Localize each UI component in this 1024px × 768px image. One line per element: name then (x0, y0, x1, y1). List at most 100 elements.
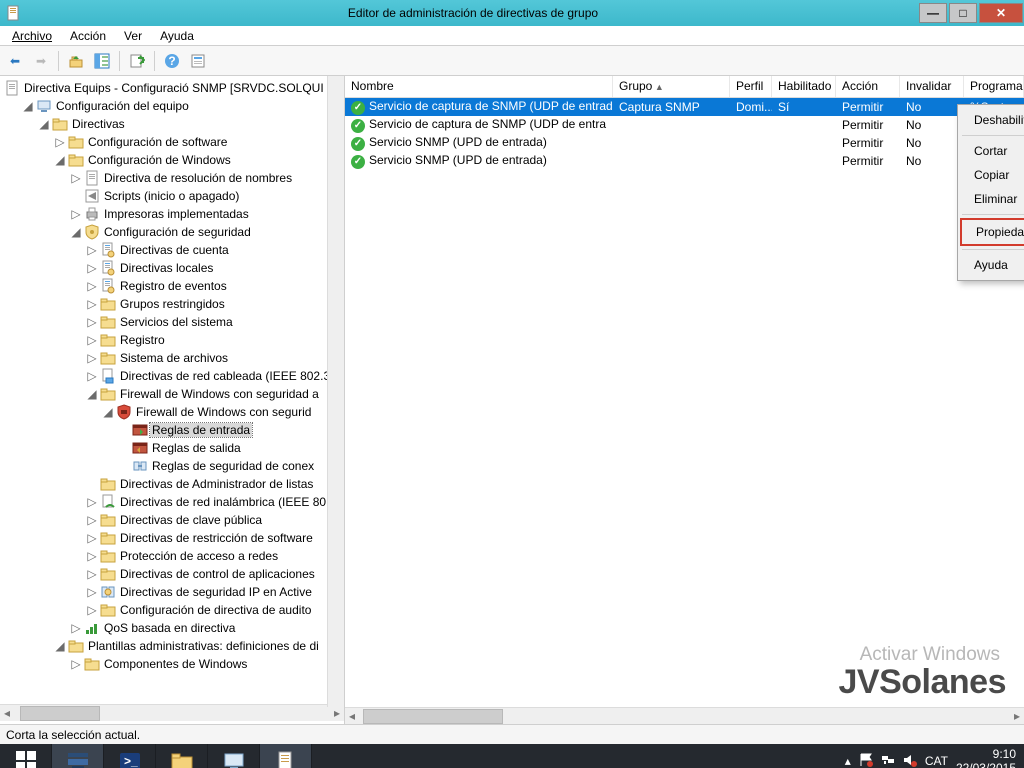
taskbar-server-manager[interactable] (52, 744, 104, 768)
tree-expander-icon[interactable] (118, 423, 130, 437)
list-row[interactable]: ✓Servicio de captura de SNMP (UDP de ent… (345, 116, 1024, 134)
tray-language[interactable]: CAT (925, 754, 948, 768)
tray-volume-icon[interactable] (903, 753, 917, 768)
tree-expander-icon[interactable]: ◢ (54, 639, 66, 654)
tree-item[interactable]: ▷Impresoras implementadas (0, 205, 344, 223)
tree-item[interactable]: ▷Directivas de clave pública (0, 511, 344, 529)
tree-expander-icon[interactable]: ▷ (86, 567, 98, 582)
tree-item[interactable]: ▷Directiva de resolución de nombres (0, 169, 344, 187)
tree-item[interactable]: ▷Servicios del sistema (0, 313, 344, 331)
start-button[interactable] (0, 744, 52, 768)
back-button[interactable]: ⬅ (4, 50, 26, 72)
tree-expander-icon[interactable]: ▷ (54, 135, 66, 150)
menu-accion[interactable]: Acción (62, 27, 114, 45)
tree-expander-icon[interactable]: ▷ (86, 315, 98, 330)
taskbar-powershell[interactable]: >_ (104, 744, 156, 768)
menu-ayuda[interactable]: Ayuda (152, 27, 202, 45)
tree-expander-icon[interactable]: ◢ (22, 99, 34, 114)
list-horizontal-scrollbar[interactable]: ◂ ▸ (345, 707, 1024, 724)
tree-expander-icon[interactable]: ▷ (86, 531, 98, 546)
tree-horizontal-scrollbar[interactable]: ◂ ▸ (0, 704, 344, 721)
tree-root[interactable]: Directiva Equips - Configuració SNMP [SR… (0, 79, 344, 97)
properties-button[interactable] (187, 50, 209, 72)
tree-vertical-scrollbar[interactable] (327, 76, 344, 707)
tree-expander-icon[interactable]: ▷ (86, 333, 98, 348)
tree-expander-icon[interactable]: ▷ (86, 351, 98, 366)
column-invalidar[interactable]: Invalidar (900, 76, 964, 97)
column-perfil[interactable]: Perfil (730, 76, 772, 97)
column-habilitado[interactable]: Habilitado (772, 76, 836, 97)
tree-expander-icon[interactable]: ▷ (86, 513, 98, 528)
close-button[interactable]: ✕ (979, 3, 1023, 23)
tree-toggle-button[interactable] (91, 50, 113, 72)
tree-expander-icon[interactable]: ▷ (86, 279, 98, 294)
taskbar-system[interactable] (208, 744, 260, 768)
system-tray[interactable]: ▴ CAT 9:10 22/03/2015 (845, 747, 1024, 768)
column-nombre[interactable]: Nombre (345, 76, 613, 97)
tree-expander-icon[interactable] (118, 459, 130, 473)
tray-network-icon[interactable] (881, 753, 895, 768)
tree-item[interactable]: ▷Configuración de directiva de audito (0, 601, 344, 619)
tree-expander-icon[interactable]: ▷ (86, 297, 98, 312)
column-grupo[interactable]: Grupo (613, 76, 730, 97)
tree-item[interactable]: ▷Registro (0, 331, 344, 349)
tree-expander-icon[interactable] (70, 189, 82, 203)
tree-expander-icon[interactable]: ▷ (70, 621, 82, 636)
tree-item[interactable]: Reglas de entrada (0, 421, 344, 439)
list-header[interactable]: NombreGrupoPerfilHabilitadoAcciónInvalid… (345, 76, 1024, 98)
tree-expander-icon[interactable]: ◢ (54, 153, 66, 168)
tree-expander-icon[interactable]: ◢ (38, 117, 50, 132)
column-programa[interactable]: Programa (964, 76, 1024, 97)
menu-ver[interactable]: Ver (116, 27, 150, 45)
tree-item[interactable]: Directivas de Administrador de listas (0, 475, 344, 493)
tree-expander-icon[interactable]: ▷ (86, 549, 98, 564)
tree-expander-icon[interactable]: ▷ (86, 603, 98, 618)
tree-expander-icon[interactable]: ▷ (70, 207, 82, 222)
tree-expander-icon[interactable]: ◢ (86, 387, 98, 402)
tree-item[interactable]: ▷Directivas de seguridad IP en Active (0, 583, 344, 601)
tree-expander-icon[interactable]: ◢ (102, 405, 114, 420)
tree-expander-icon[interactable]: ▷ (86, 261, 98, 276)
tree-item[interactable]: ▷Directivas de cuenta (0, 241, 344, 259)
tree-item[interactable]: ◢Plantillas administrativas: definicione… (0, 637, 344, 655)
tree-item[interactable]: ▷Componentes de Windows (0, 655, 344, 673)
tree-expander-icon[interactable]: ▷ (70, 171, 82, 186)
context-menu-item[interactable]: Propiedades (960, 218, 1024, 246)
tree-expander-icon[interactable] (118, 441, 130, 455)
tree-item[interactable]: ▷Directivas de red inalámbrica (IEEE 80 (0, 493, 344, 511)
tree-expander-icon[interactable] (86, 477, 98, 491)
tree-item[interactable]: ◢Directivas (0, 115, 344, 133)
list-row[interactable]: ✓Servicio de captura de SNMP (UDP de ent… (345, 98, 1024, 116)
column-accion[interactable]: Acción (836, 76, 900, 97)
tree-item[interactable]: ▷QoS basada en directiva (0, 619, 344, 637)
tree-item[interactable]: Reglas de salida (0, 439, 344, 457)
tree-item[interactable]: ▷Directivas de red cableada (IEEE 802.3 (0, 367, 344, 385)
tree-item[interactable]: ▷Protección de acceso a redes (0, 547, 344, 565)
tree-item[interactable]: ◢Configuración de Windows (0, 151, 344, 169)
tray-clock[interactable]: 9:10 22/03/2015 (956, 747, 1016, 768)
tree-item[interactable]: ◢Configuración del equipo (0, 97, 344, 115)
tree-item[interactable]: ▷Configuración de software (0, 133, 344, 151)
taskbar-explorer[interactable] (156, 744, 208, 768)
tree-item[interactable]: ▷Sistema de archivos (0, 349, 344, 367)
tree-item[interactable]: ◢Firewall de Windows con segurid (0, 403, 344, 421)
tree-expander-icon[interactable]: ▷ (86, 495, 98, 510)
tree-item[interactable]: Scripts (inicio o apagado) (0, 187, 344, 205)
tree-expander-icon[interactable]: ◢ (70, 225, 82, 240)
context-menu-item[interactable]: Deshabilitar regla (960, 108, 1024, 132)
maximize-button[interactable]: □ (949, 3, 977, 23)
tree-item[interactable]: ▷Registro de eventos (0, 277, 344, 295)
list-row[interactable]: ✓Servicio SNMP (UPD de entrada)PermitirN… (345, 134, 1024, 152)
list-row[interactable]: ✓Servicio SNMP (UPD de entrada)PermitirN… (345, 152, 1024, 170)
context-menu-item[interactable]: Ayuda (960, 253, 1024, 277)
tree-expander-icon[interactable]: ▷ (86, 243, 98, 258)
tree-item[interactable]: Reglas de seguridad de conex (0, 457, 344, 475)
tree-item[interactable]: ◢Configuración de seguridad (0, 223, 344, 241)
tree-item[interactable]: ▷Grupos restringidos (0, 295, 344, 313)
tree-item[interactable]: ▷Directivas de restricción de software (0, 529, 344, 547)
minimize-button[interactable]: — (919, 3, 947, 23)
forward-button[interactable]: ➡ (30, 50, 52, 72)
taskbar-gpedit[interactable] (260, 744, 312, 768)
tree-expander-icon[interactable]: ▷ (86, 585, 98, 600)
tree-item[interactable]: ▷Directivas locales (0, 259, 344, 277)
